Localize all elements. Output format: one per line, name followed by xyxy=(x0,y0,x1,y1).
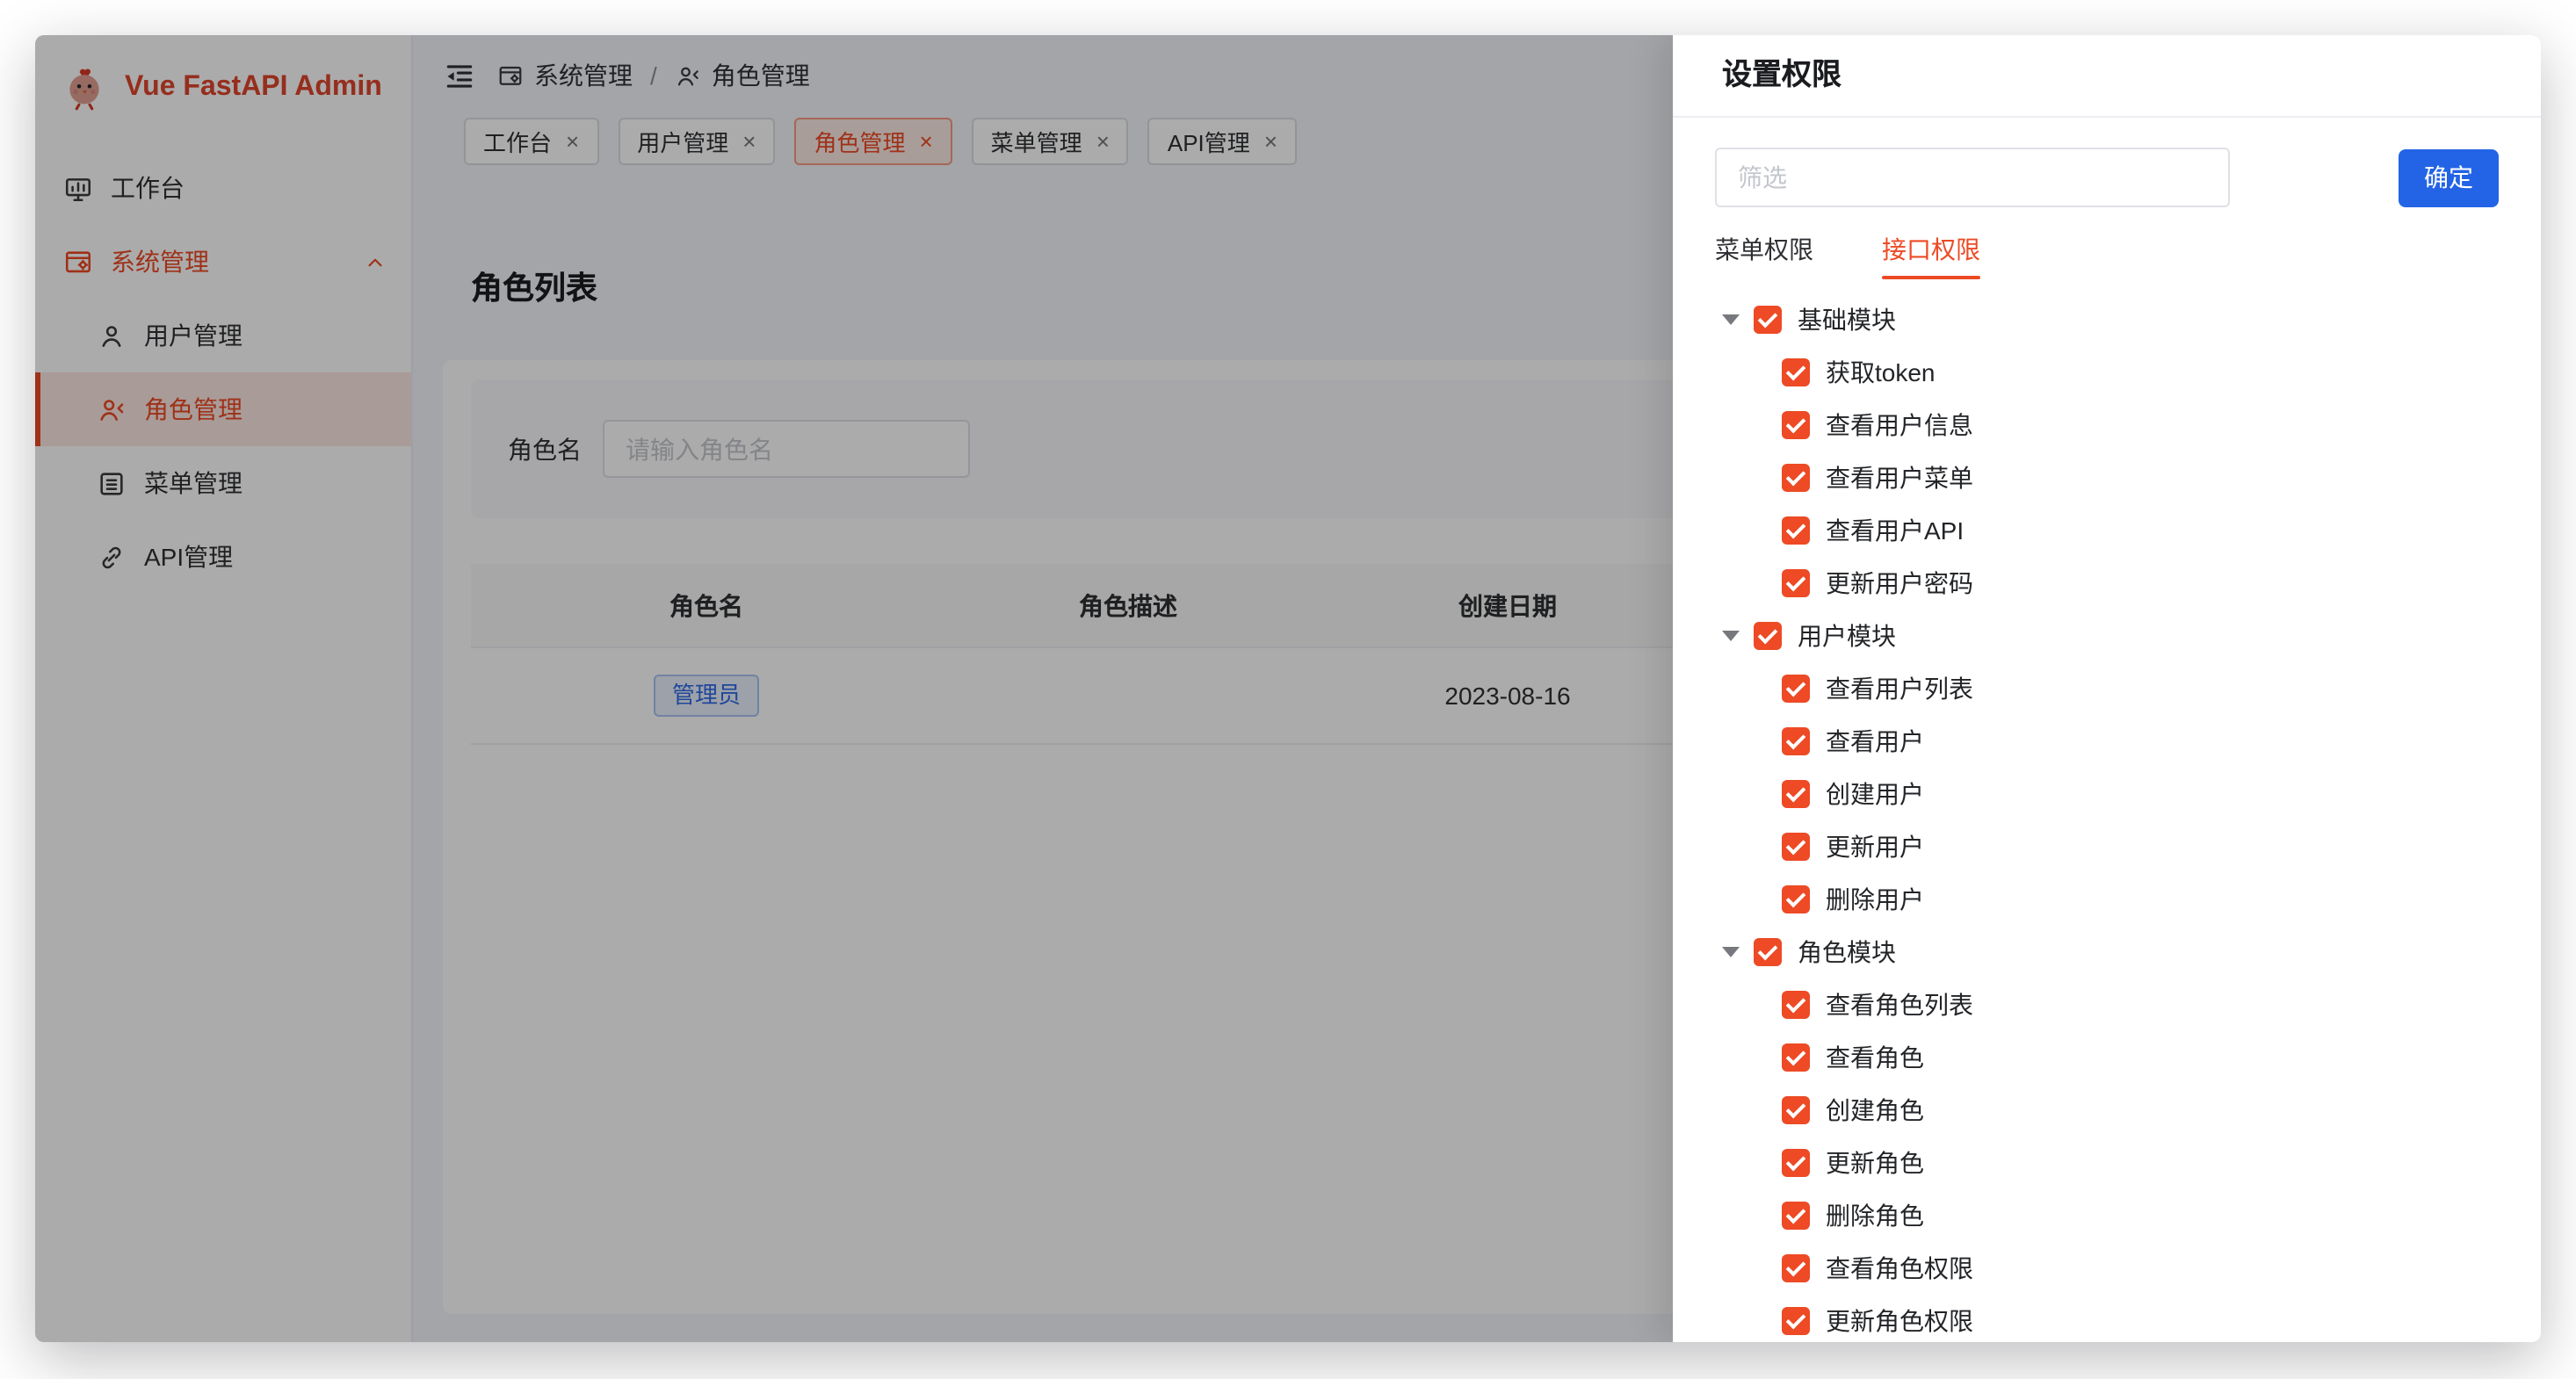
checkbox-checked[interactable] xyxy=(1782,1307,1810,1335)
checkbox-checked[interactable] xyxy=(1782,833,1810,861)
drawer-body: 确定 菜单权限 接口权限 基础模块获取token 查看用户信息查看用户菜单查看用户A… xyxy=(1673,118,2541,1342)
checkbox-checked[interactable] xyxy=(1782,780,1810,808)
tree-item-label: 查看角色 xyxy=(1826,1040,1924,1075)
tree-item[interactable]: 查看角色权限 xyxy=(1715,1242,2499,1295)
tree-item[interactable]: 获取token xyxy=(1715,346,2499,399)
checkbox-checked[interactable] xyxy=(1782,464,1810,492)
tree-item-label: 创建角色 xyxy=(1826,1093,1924,1128)
checkbox-checked[interactable] xyxy=(1782,1149,1810,1177)
tree-item-label: 角色模块 xyxy=(1798,935,1896,970)
checkbox-checked[interactable] xyxy=(1782,1254,1810,1282)
active-tab-underline xyxy=(1882,276,1980,279)
tree-item[interactable]: 更新用户密码 xyxy=(1715,557,2499,610)
tree-item-label: 用户模块 xyxy=(1798,618,1896,653)
tree-item-label: 更新用户 xyxy=(1826,829,1924,864)
tree-item[interactable]: 删除用户 xyxy=(1715,873,2499,926)
filter-input[interactable] xyxy=(1715,148,2230,207)
active-tab-underline xyxy=(1715,276,1813,279)
tree-item-label: 更新角色权限 xyxy=(1826,1303,1973,1339)
tree-item-label: 更新用户密码 xyxy=(1826,566,1973,601)
permission-tab-menu-perms[interactable]: 菜单权限 xyxy=(1715,232,1813,279)
tree-item-label: 删除用户 xyxy=(1826,882,1924,917)
tree-item[interactable]: 基础模块 xyxy=(1715,293,2499,346)
checkbox-checked[interactable] xyxy=(1782,411,1810,439)
tree-item[interactable]: 查看用户信息 xyxy=(1715,399,2499,451)
checkbox-checked[interactable] xyxy=(1754,306,1782,334)
permission-tree: 基础模块获取token 查看用户信息查看用户菜单查看用户API 更新用户密码用户模块… xyxy=(1715,293,2499,1342)
tree-item[interactable]: 删除角色 xyxy=(1715,1189,2499,1242)
checkbox-checked[interactable] xyxy=(1782,516,1810,545)
tree-item-label: 更新角色 xyxy=(1826,1145,1924,1180)
tree-item[interactable]: 创建角色 xyxy=(1715,1084,2499,1137)
tree-item-label: 查看角色权限 xyxy=(1826,1251,1973,1286)
tree-item[interactable]: 查看用户API xyxy=(1715,504,2499,557)
tree-item-label: 创建用户 xyxy=(1826,776,1924,812)
permission-tabs: 菜单权限 接口权限 xyxy=(1715,232,2499,279)
tree-item-label: 基础模块 xyxy=(1798,302,1896,337)
caret-down-icon[interactable] xyxy=(1722,631,1740,641)
caret-down-icon[interactable] xyxy=(1722,314,1740,325)
permission-tab-label: 接口权限 xyxy=(1882,232,1980,276)
checkbox-checked[interactable] xyxy=(1782,569,1810,597)
checkbox-checked[interactable] xyxy=(1782,675,1810,703)
tree-item[interactable]: 用户模块 xyxy=(1715,610,2499,662)
checkbox-checked[interactable] xyxy=(1782,727,1810,755)
tree-item[interactable]: 查看角色列表 xyxy=(1715,978,2499,1031)
drawer-title: 设置权限 xyxy=(1673,35,2541,118)
permission-tab-api-perms[interactable]: 接口权限 xyxy=(1882,232,1980,279)
confirm-button[interactable]: 确定 xyxy=(2399,148,2499,206)
tree-item-label: 获取token xyxy=(1826,355,1936,390)
tree-item[interactable]: 角色模块 xyxy=(1715,926,2499,978)
tree-item[interactable]: 更新角色 xyxy=(1715,1137,2499,1189)
screen: Vue FastAPI Admin 工作台系统管理用户管理角色管理菜单管理API… xyxy=(0,0,2576,1379)
tree-item-label: 查看用户列表 xyxy=(1826,671,1973,706)
tree-item-label: 删除角色 xyxy=(1826,1198,1924,1233)
checkbox-checked[interactable] xyxy=(1782,1096,1810,1124)
checkbox-checked[interactable] xyxy=(1782,1043,1810,1072)
app-window: Vue FastAPI Admin 工作台系统管理用户管理角色管理菜单管理API… xyxy=(35,35,2541,1342)
checkbox-checked[interactable] xyxy=(1782,358,1810,386)
permission-tab-label: 菜单权限 xyxy=(1715,232,1813,276)
tree-item-label: 查看用户 xyxy=(1826,724,1924,759)
tree-item-label: 查看用户菜单 xyxy=(1826,460,1973,495)
permission-drawer: 设置权限 确定 菜单权限接口权限 基础模块获取token查看用户信息查看用户菜单… xyxy=(1673,35,2541,1342)
tree-item[interactable]: 查看角色 xyxy=(1715,1031,2499,1084)
checkbox-checked[interactable] xyxy=(1782,1202,1810,1230)
tree-item-label: 查看用户API xyxy=(1826,513,1964,548)
checkbox-checked[interactable] xyxy=(1754,622,1782,650)
tree-item-label: 查看用户信息 xyxy=(1826,408,1973,443)
tree-item[interactable]: 更新角色权限 xyxy=(1715,1295,2499,1342)
tree-item[interactable]: 查看用户菜单 xyxy=(1715,451,2499,504)
tree-item[interactable]: 查看用户列表 xyxy=(1715,662,2499,715)
tree-item-label: 查看角色列表 xyxy=(1826,987,1973,1022)
tree-item[interactable]: 查看用户 xyxy=(1715,715,2499,768)
tree-item[interactable]: 更新用户 xyxy=(1715,820,2499,873)
caret-down-icon[interactable] xyxy=(1722,947,1740,957)
checkbox-checked[interactable] xyxy=(1782,991,1810,1019)
checkbox-checked[interactable] xyxy=(1782,885,1810,913)
checkbox-checked[interactable] xyxy=(1754,938,1782,966)
tree-item[interactable]: 创建用户 xyxy=(1715,768,2499,820)
